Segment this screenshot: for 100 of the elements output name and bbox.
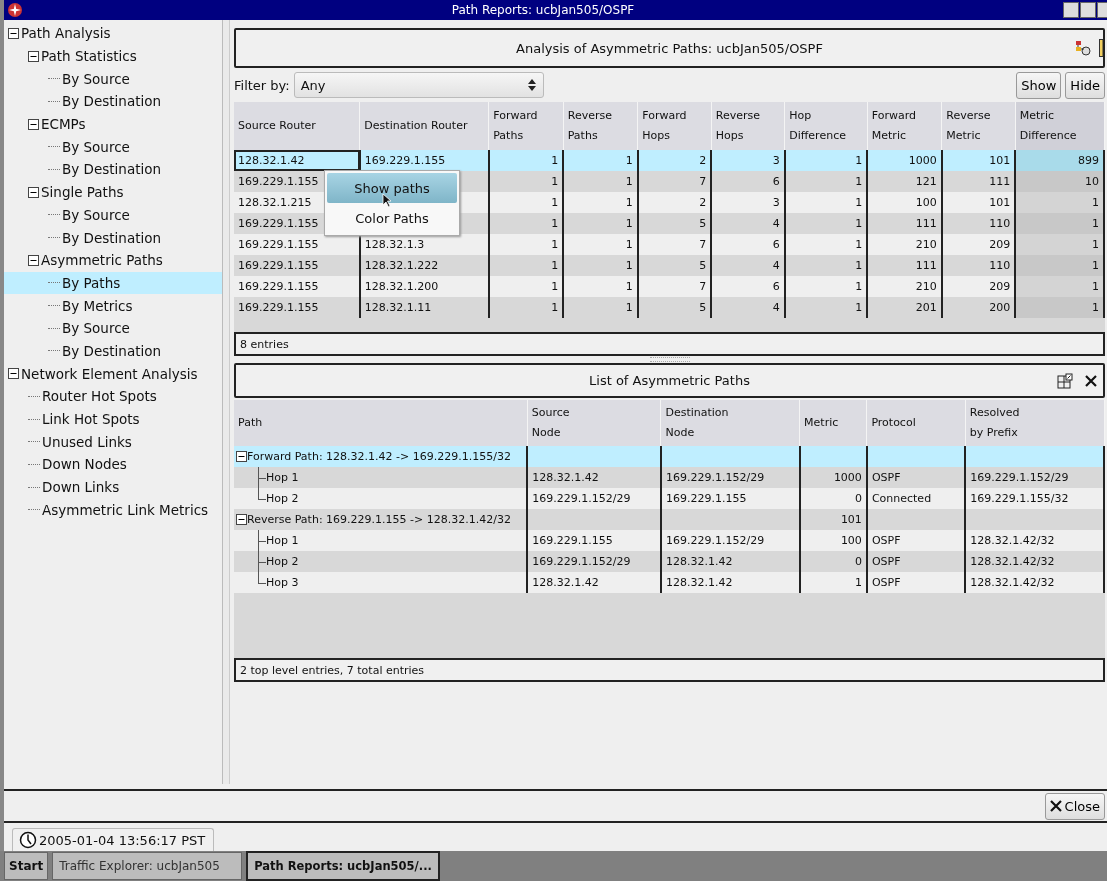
hop-label: Hop 2 xyxy=(266,555,299,568)
column-header[interactable]: Destination Router xyxy=(359,102,489,150)
hop-label: Hop 2 xyxy=(266,492,299,505)
table-cell: 1 xyxy=(563,297,638,318)
tree-item[interactable]: By Destination xyxy=(4,90,222,113)
detach-icon[interactable] xyxy=(1057,372,1073,389)
table-cell: 0 xyxy=(854,555,862,568)
tree-item[interactable]: By Destination xyxy=(4,226,222,249)
tree-item[interactable]: Down Links xyxy=(4,475,222,499)
clock-tab[interactable]: 2005-01-04 13:56:17 PST xyxy=(12,828,215,851)
tree-item[interactable]: Network Element Analysis xyxy=(4,362,222,385)
close-icon[interactable] xyxy=(1085,374,1097,387)
collapse-icon[interactable] xyxy=(8,27,19,39)
column-header[interactable]: Protocol xyxy=(866,400,966,446)
menu-item[interactable]: Show paths xyxy=(327,173,457,203)
table-cell: 128.32.1.42 xyxy=(532,576,599,589)
table-cell: 169.229.1.155 xyxy=(665,492,747,505)
tree-item[interactable]: By Metrics xyxy=(4,294,222,317)
table-row[interactable]: Hop 1 169.229.1.155 169.229.1.152/29 100 OSPF 128.32.1.42/32 xyxy=(234,530,1104,551)
table-row[interactable]: Hop 2 169.229.1.152/29 169.229.1.155 0 Connected 169.229.1.155/32 xyxy=(234,488,1104,509)
column-header[interactable]: Forward Paths xyxy=(488,102,564,150)
column-header[interactable]: Source Node xyxy=(527,400,661,446)
collapse-icon[interactable] xyxy=(28,254,39,266)
tree-item[interactable]: By Destination xyxy=(4,158,222,181)
start-button[interactable]: Start xyxy=(4,852,49,880)
collapse-icon[interactable] xyxy=(8,368,19,380)
tree-item[interactable]: Path Statistics xyxy=(4,44,222,68)
column-header[interactable]: Metric xyxy=(799,400,867,446)
collapse-icon[interactable] xyxy=(236,514,247,525)
status-text: 8 entries xyxy=(234,332,1105,356)
network-icon[interactable] xyxy=(1075,40,1091,56)
table-cell: 169.229.1.152/29 xyxy=(665,534,765,547)
window-title: Path Reports: ucbJan505/OSPF xyxy=(450,3,636,17)
column-header[interactable]: Resolved by Prefix xyxy=(965,400,1104,446)
column-header[interactable]: Forward Metric xyxy=(867,102,942,150)
tree-item[interactable]: Down Nodes xyxy=(4,453,222,476)
tree-item[interactable]: Asymmetric Link Metrics xyxy=(4,498,222,522)
column-header[interactable]: Destination Node xyxy=(660,400,800,446)
maximize-button[interactable] xyxy=(1080,2,1096,18)
app-icon xyxy=(7,2,23,18)
table-cell: 101 xyxy=(840,513,862,526)
column-header[interactable]: Reverse Metric xyxy=(941,102,1016,150)
table-cell: 201 xyxy=(867,297,942,318)
collapse-icon[interactable] xyxy=(28,118,39,130)
minimize-button[interactable] xyxy=(1063,2,1079,18)
table-row[interactable]: Hop 3 128.32.1.42 128.32.1.42 1 OSPF 128.32.1.42/32 xyxy=(234,572,1104,593)
taskbar-item[interactable]: Path Reports: ucbJan505/... xyxy=(246,851,440,881)
table-row[interactable]: Hop 1 128.32.1.42 169.229.1.152/29 1000 OSPF 169.229.1.152/29 xyxy=(234,467,1104,488)
tree-item[interactable]: Router Hot Spots xyxy=(4,385,222,408)
table-cell: 169.229.1.152/29 xyxy=(970,471,1069,484)
tree-item[interactable]: By Source xyxy=(4,135,222,159)
close-button[interactable]: Close xyxy=(1044,792,1105,820)
table-cell: 1 xyxy=(1015,192,1104,213)
tree-item[interactable]: Unused Links xyxy=(4,430,222,454)
table-cell: 1 xyxy=(1015,234,1104,255)
panel-title: Analysis of Asymmetric Paths: ucbJan505/OSPF xyxy=(516,40,823,56)
tree-item[interactable]: By Source xyxy=(4,67,222,91)
taskbar-item[interactable]: Traffic Explorer: ucbJan505 xyxy=(52,852,243,880)
collapse-icon[interactable] xyxy=(28,186,39,198)
filter-dropdown[interactable]: Any xyxy=(293,72,544,98)
table-row[interactable]: Forward Path: 128.32.1.42 -> 169.229.1.155/32 xyxy=(234,446,1104,467)
tree-item[interactable]: By Source xyxy=(4,316,222,340)
table-cell: 128.32.1.42 xyxy=(532,471,599,484)
table-row[interactable]: Hop 2 169.229.1.152/29 128.32.1.42 0 OSPF 128.32.1.42/32 xyxy=(234,551,1104,572)
splitter-handle[interactable] xyxy=(223,20,230,784)
column-header[interactable]: Reverse Paths xyxy=(563,102,638,150)
collapse-icon[interactable] xyxy=(236,451,247,462)
panel-icon[interactable] xyxy=(1099,39,1103,57)
table-cell: 1 xyxy=(784,297,868,318)
column-header[interactable]: Forward Hops xyxy=(637,102,712,150)
tree-item[interactable]: Path Analysis xyxy=(4,22,222,45)
tree-item[interactable]: By Source xyxy=(4,203,222,227)
tree-item[interactable]: By Paths xyxy=(4,271,222,295)
table-row[interactable]: 169.229.1.155 128.32.1.222 1 1 5 4 1 111 110 1 xyxy=(234,255,1104,276)
column-header[interactable]: Path xyxy=(234,400,528,446)
tree-item[interactable]: ECMPs xyxy=(4,112,222,136)
panel-title: List of Asymmetric Paths xyxy=(589,373,750,388)
filter-label: Filter by: xyxy=(234,77,290,93)
column-header[interactable]: Source Router xyxy=(234,102,360,150)
table-row[interactable]: 128.32.1.42 169.229.1.155 1 1 2 3 1 1000 101 899 xyxy=(234,150,1104,171)
tree-item[interactable]: By Destination xyxy=(4,339,222,363)
tree-item[interactable]: Link Hot Spots xyxy=(4,407,222,431)
table-cell: OSPF xyxy=(871,534,901,547)
table-cell: OSPF xyxy=(871,555,901,568)
tree-item[interactable]: Single Paths xyxy=(4,180,222,204)
close-icon xyxy=(1049,800,1062,812)
table-row[interactable]: 169.229.1.155 128.32.1.11 1 1 5 4 1 201 200 1 xyxy=(234,297,1104,318)
table-row[interactable]: 169.229.1.155 128.32.1.200 1 1 7 6 1 210 209 1 xyxy=(234,276,1104,297)
column-header[interactable]: Reverse Hops xyxy=(711,102,785,150)
table-row[interactable]: Reverse Path: 169.229.1.155 -> 128.32.1.42/32 101 xyxy=(234,509,1104,530)
panel-button[interactable]: Show xyxy=(1016,71,1062,99)
column-header[interactable]: Metric Difference xyxy=(1015,102,1104,150)
column-header[interactable]: Hop Difference xyxy=(784,102,868,150)
table-row[interactable]: 169.229.1.155 128.32.1.3 1 1 7 6 1 210 209 1 xyxy=(234,234,1104,255)
tree-item[interactable]: Asymmetric Paths xyxy=(4,248,222,272)
table-cell: 128.32.1.42/32 xyxy=(970,534,1055,547)
table-cell: 1 xyxy=(854,576,862,589)
panel-button[interactable]: Hide xyxy=(1065,71,1105,99)
collapse-icon[interactable] xyxy=(28,50,39,62)
path-label: Reverse Path: 169.229.1.155 -> 128.32.1.42/32 xyxy=(247,513,511,526)
